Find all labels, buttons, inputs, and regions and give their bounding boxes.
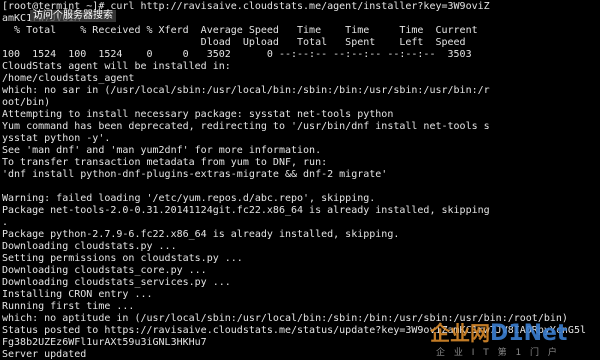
terminal-line: ysstat python -y'. (2, 133, 111, 144)
terminal-line: To transfer transaction metadata from yu… (2, 157, 328, 168)
terminal-line: which: no sar in (/usr/local/sbin:/usr/l… (2, 85, 490, 96)
terminal-line: 100 1524 100 1524 0 0 3502 0 --:--:-- --… (2, 49, 472, 60)
terminal-line: Dload Upload Total Spent Left Speed (2, 37, 466, 48)
terminal-line: Package python-2.7.9-6.fc22.x86_64 is al… (2, 229, 400, 240)
terminal-line: Installing CRON entry ... (2, 289, 153, 300)
terminal-line: See 'man dnf' and 'man yum2dnf' for more… (2, 145, 322, 156)
terminal-line: /home/cloudstats_agent (2, 73, 135, 84)
terminal-line: Running first time ... (2, 301, 135, 312)
terminal-line: Server updated (2, 349, 87, 360)
terminal-line: oot/bin) (2, 97, 51, 108)
terminal-output[interactable]: [root@termint ~]# curl http://ravisaive.… (2, 1, 598, 360)
terminal-line: which: no aptitude in (/usr/local/sbin:/… (2, 313, 568, 324)
terminal-line: Downloading cloudstats_core.py ... (2, 265, 207, 276)
terminal-line: Attempting to install necessary package:… (2, 109, 394, 120)
terminal-line: Downloading cloudstats_services.py ... (2, 277, 231, 288)
terminal-line: % Total % Received % Xferd Average Speed… (2, 25, 478, 36)
terminal-line: CloudStats agent will be installed in: (2, 61, 231, 72)
terminal-window[interactable]: [root@termint ~]# curl http://ravisaive.… (0, 0, 600, 360)
overlay-label: 访问个服务器搜索 (30, 10, 116, 22)
terminal-line: Setting permissions on cloudstats.py ... (2, 253, 243, 264)
terminal-line: Warning: failed loading '/etc/yum.repos.… (2, 193, 376, 204)
terminal-line: Fg38b2UZEz6WFl1urAXt59u3iGNL3HKHu7 (2, 337, 207, 348)
terminal-line: Package net-tools-2.0-0.31.20141124git.f… (2, 205, 490, 216)
terminal-line: Downloading cloudstats.py ... (2, 241, 177, 252)
terminal-line: . (2, 217, 9, 228)
terminal-line: Yum command has been deprecated, redirec… (2, 121, 490, 132)
terminal-line: Status posted to https://ravisaive.cloud… (2, 325, 586, 336)
terminal-line: 'dnf install python-dnf-plugins-extras-m… (2, 169, 388, 180)
